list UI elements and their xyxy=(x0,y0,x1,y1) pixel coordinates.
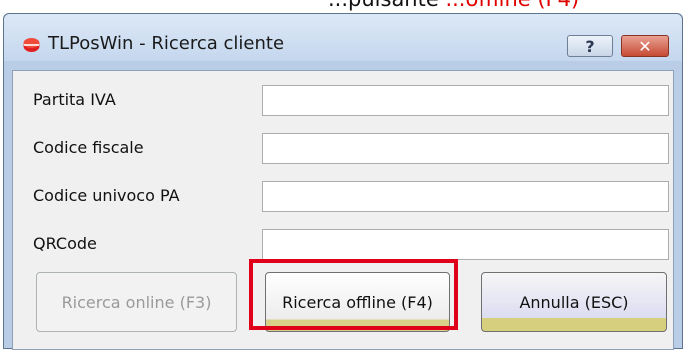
search-client-dialog: TLPosWin - Ricerca cliente ? ✕ Partita I… xyxy=(3,13,683,350)
cropped-caption: ...pulsante ...offline (F4) xyxy=(0,0,687,14)
partita-iva-input[interactable] xyxy=(262,85,669,116)
window-title: TLPosWin - Ricerca cliente xyxy=(48,33,285,54)
help-button[interactable]: ? xyxy=(567,35,613,57)
codice-fiscale-label: Codice fiscale xyxy=(33,138,144,157)
help-icon: ? xyxy=(585,36,595,56)
title-bar[interactable]: TLPosWin - Ricerca cliente ? ✕ xyxy=(4,14,682,61)
caption-highlight: ...offline (F4) xyxy=(445,0,579,11)
field-row-codice-univoco-pa: Codice univoco PA xyxy=(13,178,673,218)
qrcode-input[interactable] xyxy=(262,229,669,260)
codice-univoco-pa-label: Codice univoco PA xyxy=(33,186,180,205)
partita-iva-label: Partita IVA xyxy=(33,90,116,109)
caption-plain: ...pulsante xyxy=(328,0,445,11)
dialog-client-area: Partita IVA Codice fiscale Codice univoc… xyxy=(12,70,674,350)
app-icon xyxy=(23,38,40,52)
online-search-button[interactable]: Ricerca online (F3) xyxy=(36,272,237,332)
codice-univoco-pa-input[interactable] xyxy=(262,181,669,212)
close-button[interactable]: ✕ xyxy=(621,35,669,57)
field-row-qrcode: QRCode xyxy=(13,226,673,266)
close-icon: ✕ xyxy=(638,36,652,56)
caption-text: ...pulsante ...offline (F4) xyxy=(328,0,579,11)
codice-fiscale-input[interactable] xyxy=(262,133,669,164)
cancel-button[interactable]: Annulla (ESC) xyxy=(481,272,667,332)
field-row-partita-iva: Partita IVA xyxy=(13,82,673,122)
qrcode-label: QRCode xyxy=(33,234,97,253)
offline-search-button[interactable]: Ricerca offline (F4) xyxy=(265,272,450,332)
field-row-codice-fiscale: Codice fiscale xyxy=(13,130,673,170)
